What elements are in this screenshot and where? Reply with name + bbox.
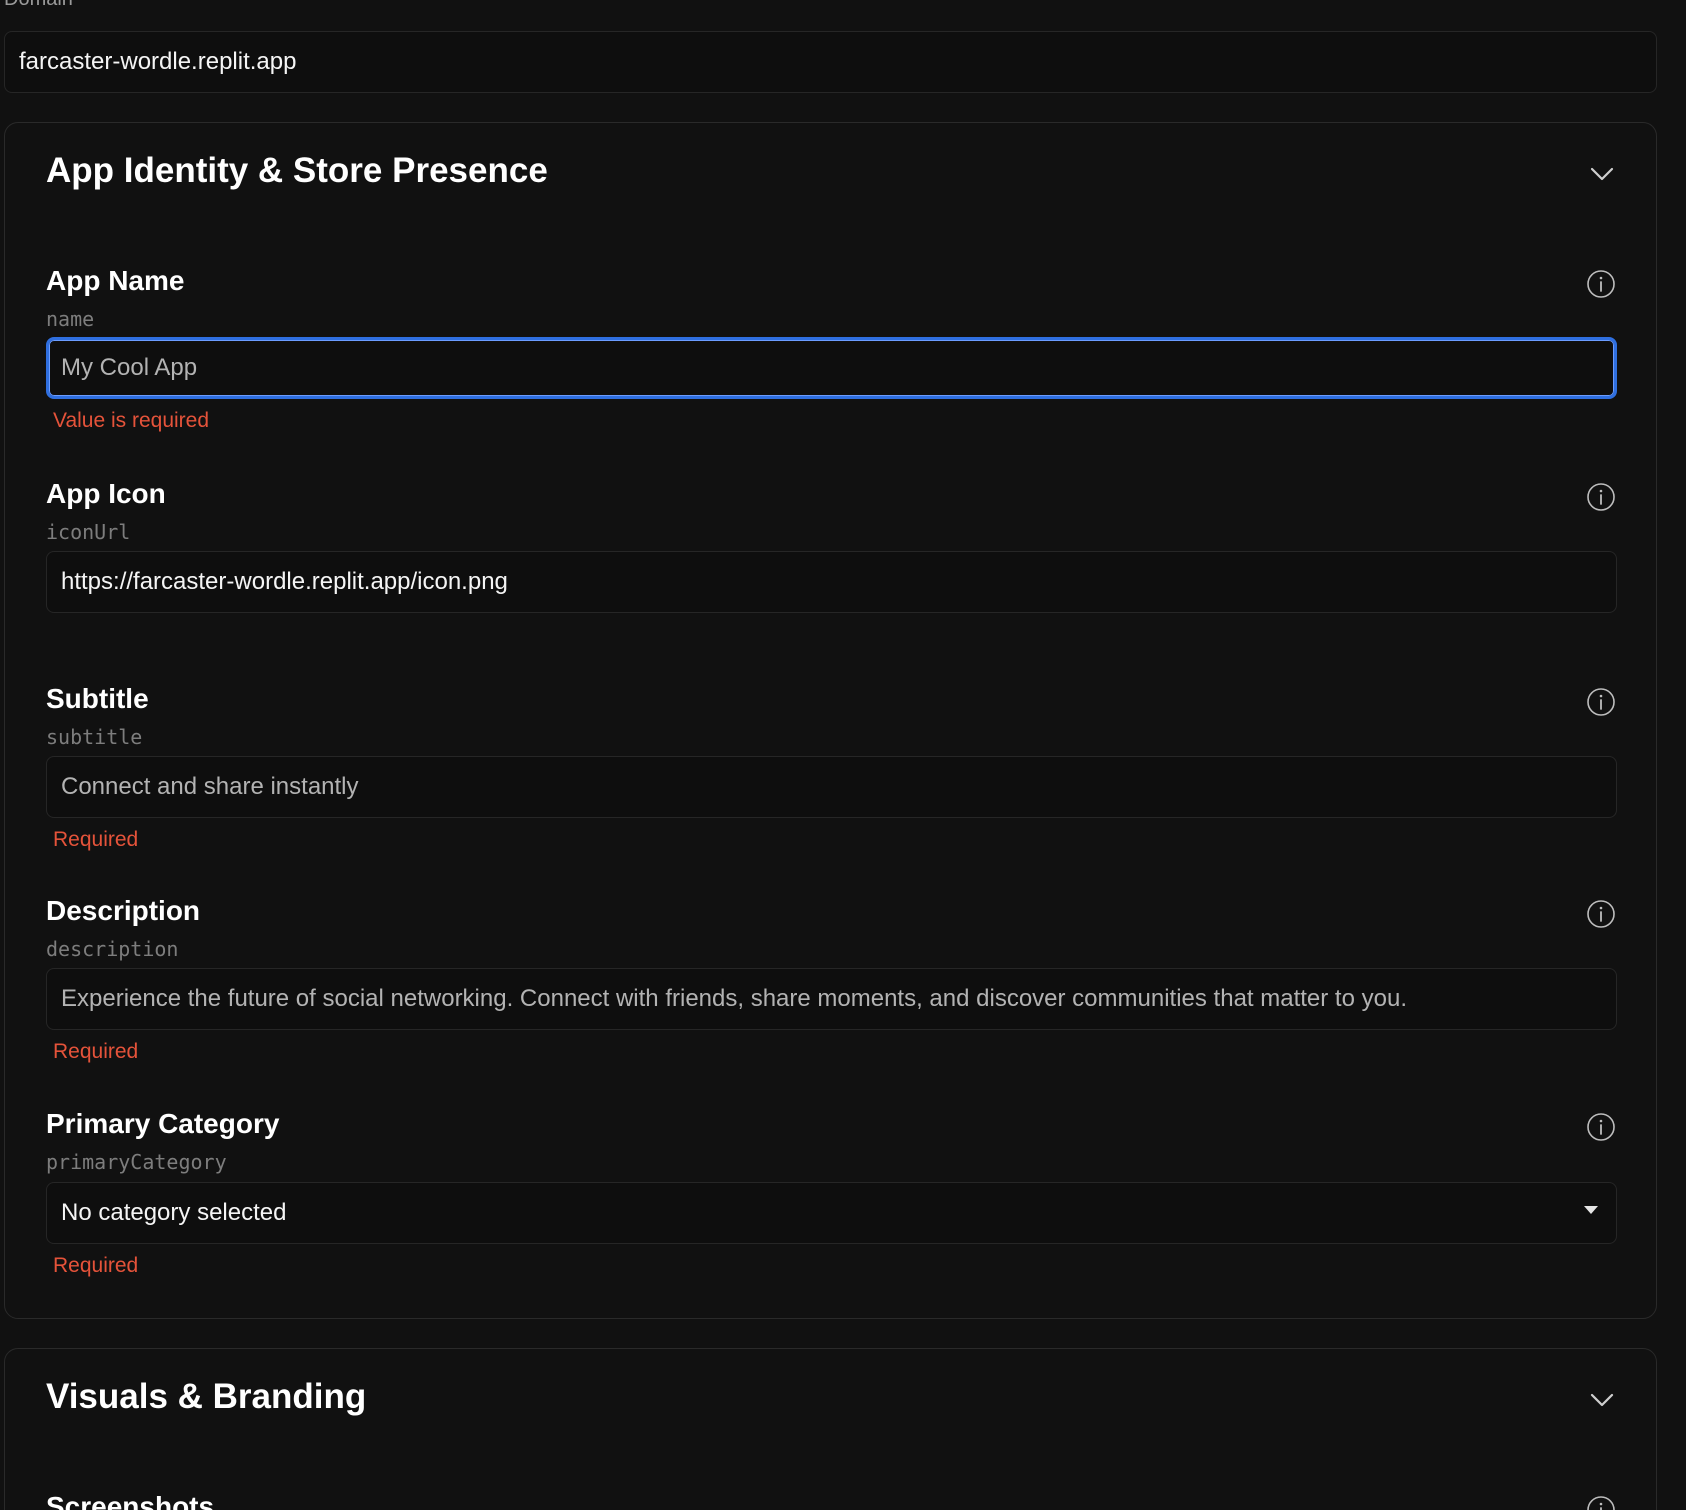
- info-icon[interactable]: [1586, 1495, 1616, 1510]
- info-icon[interactable]: [1586, 482, 1616, 512]
- subtitle-label: Subtitle: [46, 683, 149, 714]
- description-label: Description: [46, 895, 201, 926]
- description-placeholder: Experience the future of social networki…: [61, 985, 1407, 1012]
- app-name-key: name: [46, 307, 95, 331]
- primary-category-key: primaryCategory: [46, 1150, 227, 1174]
- domain-label: Domain: [4, 0, 73, 11]
- info-icon[interactable]: [1586, 1112, 1616, 1142]
- app-icon-label: App Icon: [46, 478, 166, 509]
- subtitle-key: subtitle: [46, 725, 143, 749]
- info-icon[interactable]: [1586, 899, 1616, 929]
- app-icon-value: https://farcaster-wordle.replit.app/icon…: [61, 568, 508, 595]
- info-icon[interactable]: [1586, 687, 1616, 717]
- form-page: Domain farcaster-wordle.replit.app App I…: [0, 0, 1686, 1510]
- app-name-placeholder: My Cool App: [61, 354, 198, 381]
- domain-value: farcaster-wordle.replit.app: [19, 48, 297, 75]
- primary-category-value: No category selected: [61, 1199, 287, 1226]
- description-input[interactable]: Experience the future of social networki…: [46, 968, 1617, 1030]
- section-title: Visuals & Branding: [46, 1377, 367, 1416]
- app-icon-key: iconUrl: [46, 520, 131, 544]
- primary-category-error: Required: [53, 1254, 139, 1277]
- domain-field[interactable]: farcaster-wordle.replit.app: [4, 31, 1657, 93]
- app-name-label: App Name: [46, 265, 185, 296]
- section-title: App Identity & Store Presence: [46, 151, 548, 190]
- subtitle-input[interactable]: Connect and share instantly: [46, 756, 1617, 818]
- info-icon[interactable]: [1586, 269, 1616, 299]
- chevron-down-icon[interactable]: [1588, 1385, 1616, 1413]
- description-key: description: [46, 937, 179, 961]
- subtitle-error: Required: [53, 828, 139, 851]
- app-name-input[interactable]: My Cool App: [46, 337, 1617, 399]
- app-icon-input[interactable]: https://farcaster-wordle.replit.app/icon…: [46, 551, 1617, 613]
- subtitle-placeholder: Connect and share instantly: [61, 773, 359, 800]
- chevron-down-icon[interactable]: [1588, 159, 1616, 187]
- primary-category-select[interactable]: No category selected: [46, 1182, 1617, 1244]
- caret-down-icon: [1584, 1206, 1598, 1214]
- app-name-error: Value is required: [53, 409, 210, 432]
- description-error: Required: [53, 1040, 139, 1063]
- screenshots-label: Screenshots: [46, 1491, 215, 1510]
- section-visuals-branding: Visuals & Branding Screenshots: [4, 1348, 1657, 1510]
- primary-category-label: Primary Category: [46, 1108, 280, 1139]
- section-app-identity: App Identity & Store Presence App Name n…: [4, 122, 1657, 1319]
